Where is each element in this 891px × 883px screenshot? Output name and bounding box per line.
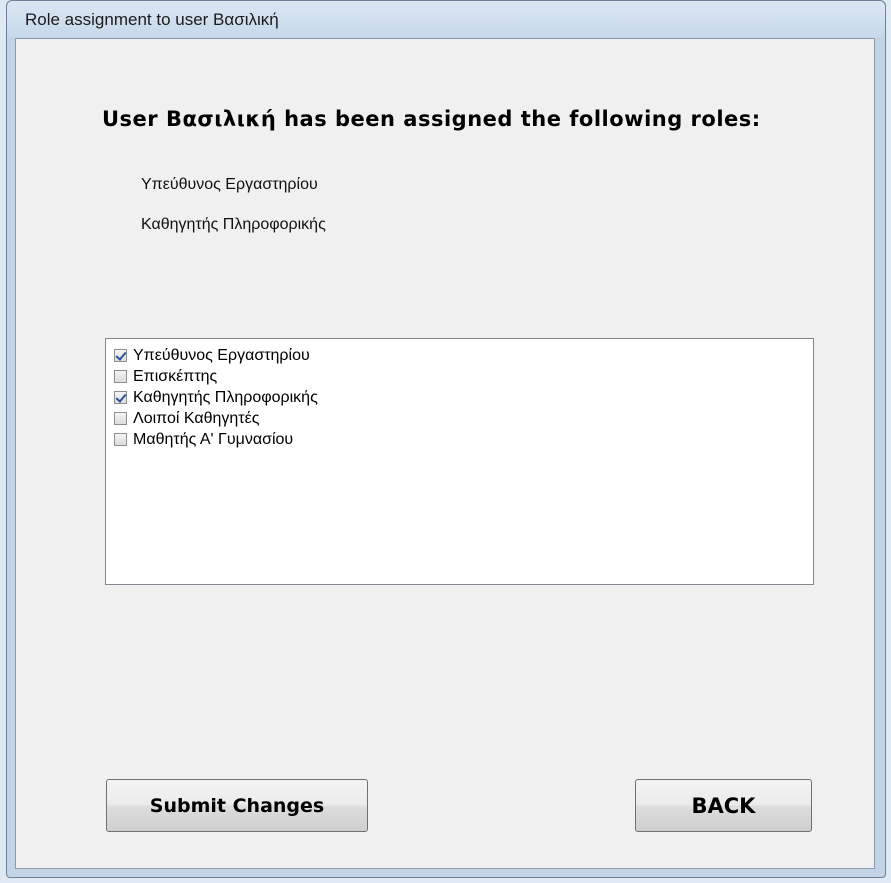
role-option[interactable]: Μαθητής Α' Γυμνασίου [114, 429, 813, 450]
assigned-role-label: Καθηγητής Πληροφορικής [141, 216, 326, 233]
role-option[interactable]: Επισκέπτης [114, 366, 813, 387]
role-checkbox[interactable] [114, 412, 127, 425]
role-checkbox[interactable] [114, 370, 127, 383]
role-option-label: Λοιποί Καθηγητές [133, 409, 260, 427]
roles-checklist[interactable]: Υπεύθυνος Εργαστηρίου Επισκέπτης Καθηγητ… [105, 338, 814, 585]
role-option-label: Μαθητής Α' Γυμνασίου [133, 430, 294, 448]
back-button[interactable]: BACK [635, 779, 812, 832]
role-option-label: Επισκέπτης [133, 367, 218, 385]
submit-changes-button[interactable]: Submit Changes [106, 779, 368, 832]
dialog-window: Role assignment to user Βασιλική User Βα… [6, 0, 886, 878]
window-title: Role assignment to user Βασιλική [25, 10, 279, 29]
role-option[interactable]: Καθηγητής Πληροφορικής [114, 387, 813, 408]
role-option[interactable]: Λοιποί Καθηγητές [114, 408, 813, 429]
role-checkbox[interactable] [114, 433, 127, 446]
assigned-role-label: Υπεύθυνος Εργαστηρίου [141, 176, 318, 193]
dialog-client-area: User Βασιλική has been assigned the foll… [15, 38, 875, 869]
role-checkbox[interactable] [114, 391, 127, 404]
role-checkbox[interactable] [114, 349, 127, 362]
role-option-label: Καθηγητής Πληροφορικής [133, 388, 318, 406]
role-option-label: Υπεύθυνος Εργαστηρίου [133, 346, 310, 364]
role-option[interactable]: Υπεύθυνος Εργαστηρίου [114, 345, 813, 366]
assigned-roles-heading: User Βασιλική has been assigned the foll… [102, 107, 761, 131]
title-bar[interactable]: Role assignment to user Βασιλική [7, 1, 885, 38]
